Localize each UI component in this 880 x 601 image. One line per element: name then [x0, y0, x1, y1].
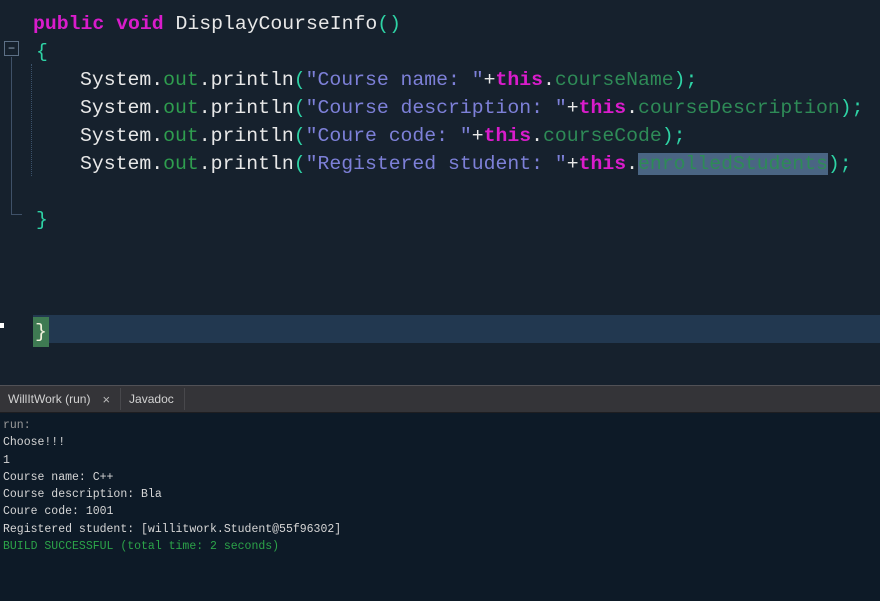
fold-collapse-button[interactable]: −: [4, 41, 19, 56]
code-token: System: [80, 69, 152, 91]
code-token: (: [293, 125, 306, 147]
code-token: +: [483, 69, 496, 91]
console-line: Choose!!!: [3, 436, 66, 450]
code-token: .: [198, 125, 211, 147]
code-token: this: [578, 153, 627, 175]
code-token: .: [151, 153, 164, 175]
current-line-highlight: [33, 315, 880, 343]
code-token: this: [495, 69, 544, 91]
code-token: this: [578, 97, 627, 119]
code-token: .: [198, 97, 211, 119]
caret-line-mark: [0, 323, 4, 328]
code-token: .: [626, 153, 638, 175]
code-token: courseDescription: [637, 97, 840, 119]
code-token: out: [163, 69, 199, 91]
console-line: Registered student: [willitwork.Student@…: [3, 522, 342, 536]
code-token: .: [151, 125, 164, 147]
code-token: {: [36, 41, 48, 63]
code-token: (: [293, 69, 306, 91]
code-token: DisplayCourseInfo: [163, 13, 378, 35]
code-token: .: [151, 97, 164, 119]
code-token: .: [626, 97, 638, 119]
code-token: "Registered student: ": [305, 153, 567, 175]
console-line: 1: [3, 453, 10, 467]
code-token: public: [33, 13, 105, 35]
minus-icon: −: [7, 41, 15, 55]
code-token: out: [163, 153, 199, 175]
code-line[interactable]: {: [36, 38, 48, 66]
code-token: "Course name: ": [305, 69, 484, 91]
output-tab-bar: WillItWork (run) × Javadoc: [0, 385, 880, 413]
code-token: );: [839, 97, 864, 119]
code-line[interactable]: }: [33, 317, 49, 347]
code-token: println: [210, 97, 294, 119]
code-token: enrolledStudents: [637, 153, 828, 175]
code-token: println: [210, 153, 294, 175]
tab-willitwork-run[interactable]: WillItWork (run) ×: [0, 386, 120, 412]
code-token: courseName: [554, 69, 674, 91]
code-token: );: [827, 153, 852, 175]
code-token: println: [210, 69, 294, 91]
code-token: courseCode: [543, 125, 662, 147]
code-line[interactable]: System.out.println("Coure code: "+this.c…: [80, 122, 686, 150]
code-token: );: [661, 125, 686, 147]
code-token: (): [377, 13, 402, 35]
code-token: .: [543, 69, 555, 91]
code-line[interactable]: System.out.println("Registered student: …: [80, 150, 852, 178]
code-token: out: [163, 97, 199, 119]
tab-label: WillItWork (run): [8, 392, 91, 406]
code-token: void: [116, 13, 164, 35]
code-token: .: [151, 69, 164, 91]
code-token: +: [566, 153, 579, 175]
code-token: out: [163, 125, 199, 147]
code-token: +: [471, 125, 484, 147]
tab-javadoc[interactable]: Javadoc: [121, 386, 184, 412]
code-line[interactable]: }: [36, 206, 48, 234]
console-line: BUILD SUCCESSFUL (total time: 2 seconds): [3, 540, 280, 554]
console-line: Course name: C++: [3, 470, 114, 484]
code-token: println: [210, 125, 294, 147]
code-editor[interactable]: − public void DisplayCourseInfo() { System…: [0, 0, 880, 385]
fold-guide-foot: [11, 214, 22, 215]
code-line[interactable]: System.out.println("Course name: "+this.…: [80, 66, 697, 94]
code-token: "Coure code: ": [305, 125, 472, 147]
code-token: (: [293, 97, 306, 119]
code-token: System: [80, 125, 152, 147]
close-icon[interactable]: ×: [102, 392, 110, 407]
code-token: System: [80, 153, 152, 175]
code-token: .: [531, 125, 544, 147]
console-line: Coure code: 1001: [3, 505, 114, 519]
code-token: +: [566, 97, 579, 119]
tab-label: Javadoc: [129, 392, 174, 406]
fold-guide-line: [11, 57, 12, 214]
console-line: Course description: Bla: [3, 488, 162, 502]
code-token: }: [33, 317, 49, 347]
indent-guide-line: [31, 64, 32, 176]
code-line[interactable]: public void DisplayCourseInfo(): [33, 10, 401, 38]
code-token: }: [36, 209, 48, 231]
code-token: );: [673, 69, 698, 91]
code-token: (: [293, 153, 306, 175]
code-token: System: [80, 97, 152, 119]
code-token: .: [198, 69, 211, 91]
code-token: this: [483, 125, 532, 147]
code-token: .: [198, 153, 211, 175]
tab-separator: [183, 388, 185, 410]
console-line: run:: [3, 419, 31, 432]
code-token: "Course description: ": [305, 97, 567, 119]
code-line[interactable]: System.out.println("Course description: …: [80, 94, 864, 122]
output-console[interactable]: run: Choose!!! 1 Course name: C++ Course des…: [0, 413, 880, 601]
